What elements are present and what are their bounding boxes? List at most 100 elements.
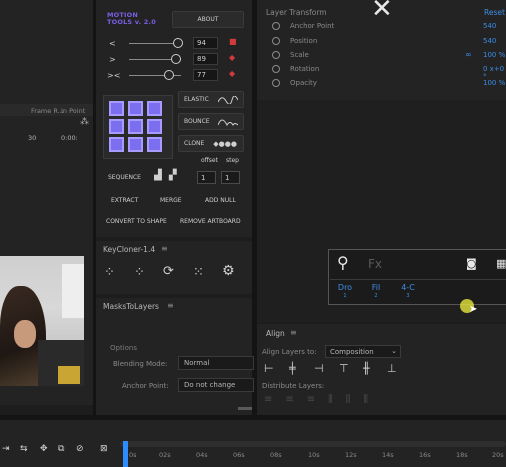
timeline-ruler[interactable] [120,441,506,447]
anchor-cell[interactable] [147,119,162,134]
search-result-chip[interactable]: 4-C 3 [396,283,420,299]
keycloner-tool-icon[interactable]: ⁘ [104,265,115,280]
timeline-tool-icon[interactable]: ⊠ [100,444,108,454]
distribute-icons: ≡≡≡⫼⫼⫼ [264,394,381,405]
camera-icon[interactable]: ◙ [466,257,477,270]
align-bottom-icon[interactable]: ⊥ [387,362,397,375]
about-button[interactable]: ABOUT [172,11,244,28]
anchor-cell[interactable] [147,101,162,116]
slider-value[interactable]: 89 [193,53,218,65]
video-object [58,366,80,384]
slider-knob[interactable] [171,54,181,64]
grid-view-icon[interactable]: ▦ [496,257,506,270]
align-vcenter-icon[interactable]: ╫ [363,362,370,375]
layer-transform-title: Layer Transform [266,8,327,17]
timeline-tool-icon[interactable]: ⇆ [20,444,28,454]
keyframe-square-icon[interactable]: ■ [229,37,237,46]
sequence-label[interactable]: SEQUENCE [108,174,141,181]
rotation-row: Rotation [272,65,319,73]
panel-menu-icon[interactable]: ≡ [290,328,297,337]
opacity-row: Opacity [272,79,317,87]
anchor-cell[interactable] [128,119,143,134]
offset-label: offset [201,157,218,164]
slider-value[interactable]: 77 [193,69,218,81]
stopwatch-icon[interactable] [272,65,280,73]
timeline-tool-icon[interactable]: ⊘ [76,444,84,454]
playhead-icon[interactable] [123,441,128,467]
stopwatch-icon[interactable] [272,37,280,45]
chip-label: 4-C [401,283,415,292]
align-left-icon[interactable]: ⊢ [264,362,274,375]
blending-mode-label: Blending Mode: [113,360,168,368]
anchor-cell[interactable] [128,101,143,116]
anchor-point-value[interactable]: 540 [483,22,496,30]
column-in-point[interactable]: In Point [61,107,85,115]
step-label: step [226,157,239,164]
search-result-chip[interactable]: Fil 2 [366,283,386,299]
elastic-button[interactable]: ELASTIC [178,91,244,108]
align-top-icon[interactable]: ⊤ [339,362,349,375]
scale-value[interactable]: 100 % [483,51,505,59]
keycloner-tool-icon[interactable]: ⁘ [134,265,145,280]
opacity-value[interactable]: 100 % [483,79,505,87]
position-row-label: Position [290,37,318,45]
anchor-point-row-label: Anchor Point [290,22,335,30]
sequence-stairs-icon[interactable]: ▟ ▞ [154,170,179,181]
video-window [62,264,84,318]
align-to-select[interactable]: Composition ⌄ [325,345,401,358]
blending-mode-select[interactable]: Normal [178,356,254,370]
anchor-cell[interactable] [109,101,124,116]
timeline-tool-icon[interactable]: ✥ [40,444,48,454]
clone-button[interactable]: CLONE ◆●●● [178,135,244,152]
stopwatch-icon[interactable] [272,79,280,87]
extract-button[interactable]: EXTRACT [111,197,138,204]
chevron-down-icon: ⌄ [391,347,397,355]
convert-to-shape-button[interactable]: CONVERT TO SHAPE [106,218,167,225]
anchor-cell[interactable] [109,119,124,134]
keycloner-title: KeyCloner-1.4 [103,245,156,254]
anchor-cell[interactable] [147,137,162,152]
hierarchy-icon[interactable]: ⁂ [80,117,89,127]
align-right-icon[interactable]: ⊣ [314,362,324,375]
keycloner-gear-icon[interactable]: ⚙ [222,263,235,279]
timeline-tool-icon[interactable]: ⧉ [58,444,64,454]
align-hcenter-icon[interactable]: ╪ [289,362,296,375]
slider-knob[interactable] [164,70,174,80]
keycloner-tool-icon[interactable]: ⁙ [193,265,204,280]
chip-index: 3 [406,293,410,299]
panel-menu-icon[interactable]: ≡ [167,301,174,310]
timeline-tick: 10s [308,451,320,459]
keyframe-diamond-icon[interactable]: ◆ [229,69,235,78]
add-null-button[interactable]: ADD NULL [205,197,236,204]
panel-menu-icon[interactable]: ≡ [161,244,168,253]
stopwatch-icon[interactable] [272,51,280,59]
offset-input[interactable]: 1 [197,171,216,184]
close-icon[interactable]: ✕ [371,0,393,24]
position-value[interactable]: 540 [483,37,496,45]
slider-knob[interactable] [173,38,183,48]
merge-button[interactable]: MERGE [160,197,182,204]
anchor-cell[interactable] [109,137,124,152]
timeline-tick: 14s [382,451,394,459]
scale-row: Scale [272,51,309,59]
video-face [14,320,36,348]
stopwatch-icon[interactable] [272,22,280,30]
remove-artboard-button[interactable]: REMOVE ARTBOARD [180,218,241,225]
timeline-tool-icon[interactable]: ⇥ [2,444,10,454]
keyframe-diamond-icon[interactable]: ◆ [229,53,235,62]
slider-value[interactable]: 94 [193,37,218,49]
position-row: Position [272,37,317,45]
reset-link[interactable]: Reset [484,8,505,17]
column-frame-rate[interactable]: Frame R... [31,107,64,115]
step-input[interactable]: 1 [221,171,240,184]
keycloner-cycle-icon[interactable]: ⟳ [163,264,174,279]
anchor-point-select[interactable]: Do not change [178,378,254,392]
search-result-chip[interactable]: Dro 1 [334,283,356,299]
bounce-button[interactable]: BOUNCE [178,113,244,130]
constrain-link-icon[interactable]: ∞ [465,50,472,59]
scrollbar[interactable] [238,407,252,410]
search-input[interactable]: Fx [368,257,382,271]
search-icon[interactable]: ⚲ [337,253,349,272]
anchor-cell[interactable] [128,137,143,152]
options-label: Options [110,344,138,352]
